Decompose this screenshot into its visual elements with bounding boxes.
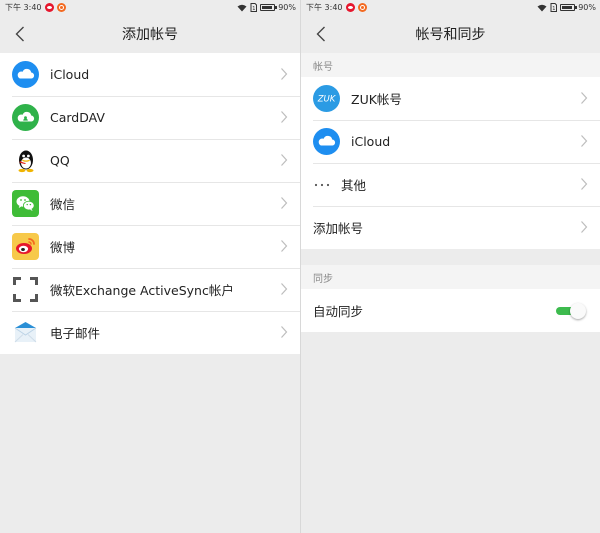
- back-button[interactable]: [313, 25, 329, 43]
- svg-text:1: 1: [552, 6, 555, 12]
- battery-percent: 90%: [578, 3, 596, 12]
- carddav-icon: [12, 104, 39, 131]
- account-zuk[interactable]: ZUK ZUK帐号: [301, 77, 600, 120]
- account-type-label: QQ: [50, 153, 70, 168]
- account-type-email[interactable]: 电子邮件: [0, 311, 300, 354]
- account-type-wechat[interactable]: 微信: [0, 182, 300, 225]
- back-button[interactable]: [12, 25, 28, 43]
- wechat-icon: [12, 190, 39, 217]
- account-type-label: CardDAV: [50, 110, 105, 125]
- chevron-right-icon: [281, 326, 288, 338]
- status-bar: 下午 3:40 1 90%: [0, 0, 300, 15]
- accounts-section-header: 帐号: [301, 53, 600, 77]
- account-type-weibo[interactable]: 微博: [0, 225, 300, 268]
- zuk-logo-text: ZUK: [317, 95, 337, 105]
- battery-icon: [560, 4, 578, 11]
- account-type-exchange[interactable]: 微软Exchange ActiveSync帐户: [0, 268, 300, 311]
- accounts-list: ZUK ZUK帐号 iCloud 其他 添加帐号: [301, 77, 600, 249]
- nav-bar: 添加帐号: [0, 15, 300, 53]
- add-account-screen: 下午 3:40 1 90% 添加帐号 iCloud CardDAV QQ 微信 …: [0, 0, 300, 533]
- app-notification-icon: [357, 3, 367, 12]
- weibo-icon: [12, 233, 39, 260]
- status-time: 下午 3:40: [5, 3, 42, 12]
- chevron-right-icon: [581, 221, 588, 233]
- zuk-icon: ZUK: [313, 85, 340, 112]
- status-bar: 下午 3:40 1 90%: [301, 0, 600, 15]
- account-type-label: 微软Exchange ActiveSync帐户: [50, 283, 234, 298]
- qq-icon: [12, 147, 39, 174]
- account-type-icloud[interactable]: iCloud: [0, 53, 300, 96]
- battery-percent: 90%: [278, 3, 296, 12]
- account-label: ZUK帐号: [351, 92, 402, 107]
- icloud-icon: [12, 61, 39, 88]
- account-type-label: 微信: [50, 197, 76, 212]
- wifi-icon: [537, 4, 547, 12]
- account-type-qq[interactable]: QQ: [0, 139, 300, 182]
- chevron-right-icon: [281, 111, 288, 123]
- account-type-label: 电子邮件: [50, 326, 101, 341]
- sync-section-header: 同步: [301, 265, 600, 289]
- account-type-carddav[interactable]: CardDAV: [0, 96, 300, 139]
- page-title: 帐号和同步: [415, 27, 486, 43]
- chevron-right-icon: [281, 154, 288, 166]
- add-account-label: 添加帐号: [313, 221, 364, 236]
- battery-icon: [260, 4, 278, 11]
- account-label: iCloud: [351, 134, 391, 149]
- battery-level: [562, 6, 573, 9]
- more-dots-icon: [313, 171, 331, 198]
- app-notification-icon: [56, 3, 66, 12]
- sim-icon: 1: [250, 3, 258, 12]
- chevron-right-icon: [281, 240, 288, 252]
- back-arrow-icon: [15, 26, 24, 42]
- account-type-label: 微博: [50, 240, 76, 255]
- sync-list: 自动同步: [301, 289, 600, 332]
- account-icloud[interactable]: iCloud: [301, 120, 600, 163]
- svg-text:1: 1: [252, 6, 255, 12]
- account-type-label: iCloud: [50, 67, 90, 82]
- chevron-right-icon: [281, 197, 288, 209]
- wifi-icon: [237, 4, 247, 12]
- auto-sync-row: 自动同步: [301, 289, 600, 332]
- accounts-sync-screen: 下午 3:40 1 90% 帐号和同步 帐号 ZUK ZUK帐号 iCloud …: [301, 0, 600, 533]
- section-gap: [301, 249, 600, 265]
- chevron-right-icon: [581, 135, 588, 147]
- chevron-right-icon: [281, 68, 288, 80]
- email-icon: [12, 319, 39, 346]
- account-label: 其他: [341, 178, 367, 193]
- chevron-right-icon: [281, 283, 288, 295]
- icloud-icon: [313, 128, 340, 155]
- exchange-icon: [12, 276, 39, 303]
- status-time: 下午 3:40: [306, 3, 343, 12]
- account-type-list: iCloud CardDAV QQ 微信 微博 微软Exchange Activ…: [0, 53, 300, 354]
- sim-icon: 1: [550, 3, 558, 12]
- account-other[interactable]: 其他: [301, 163, 600, 206]
- toggle-knob: [570, 303, 586, 319]
- nav-bar: 帐号和同步: [301, 15, 600, 53]
- auto-sync-toggle[interactable]: [556, 303, 586, 319]
- weibo-notification-icon: [345, 3, 355, 12]
- chevron-right-icon: [581, 178, 588, 190]
- weibo-notification-icon: [44, 3, 54, 12]
- chevron-right-icon: [581, 92, 588, 104]
- add-account-item[interactable]: 添加帐号: [301, 206, 600, 249]
- battery-level: [262, 6, 273, 9]
- page-title: 添加帐号: [122, 27, 178, 43]
- back-arrow-icon: [316, 26, 325, 42]
